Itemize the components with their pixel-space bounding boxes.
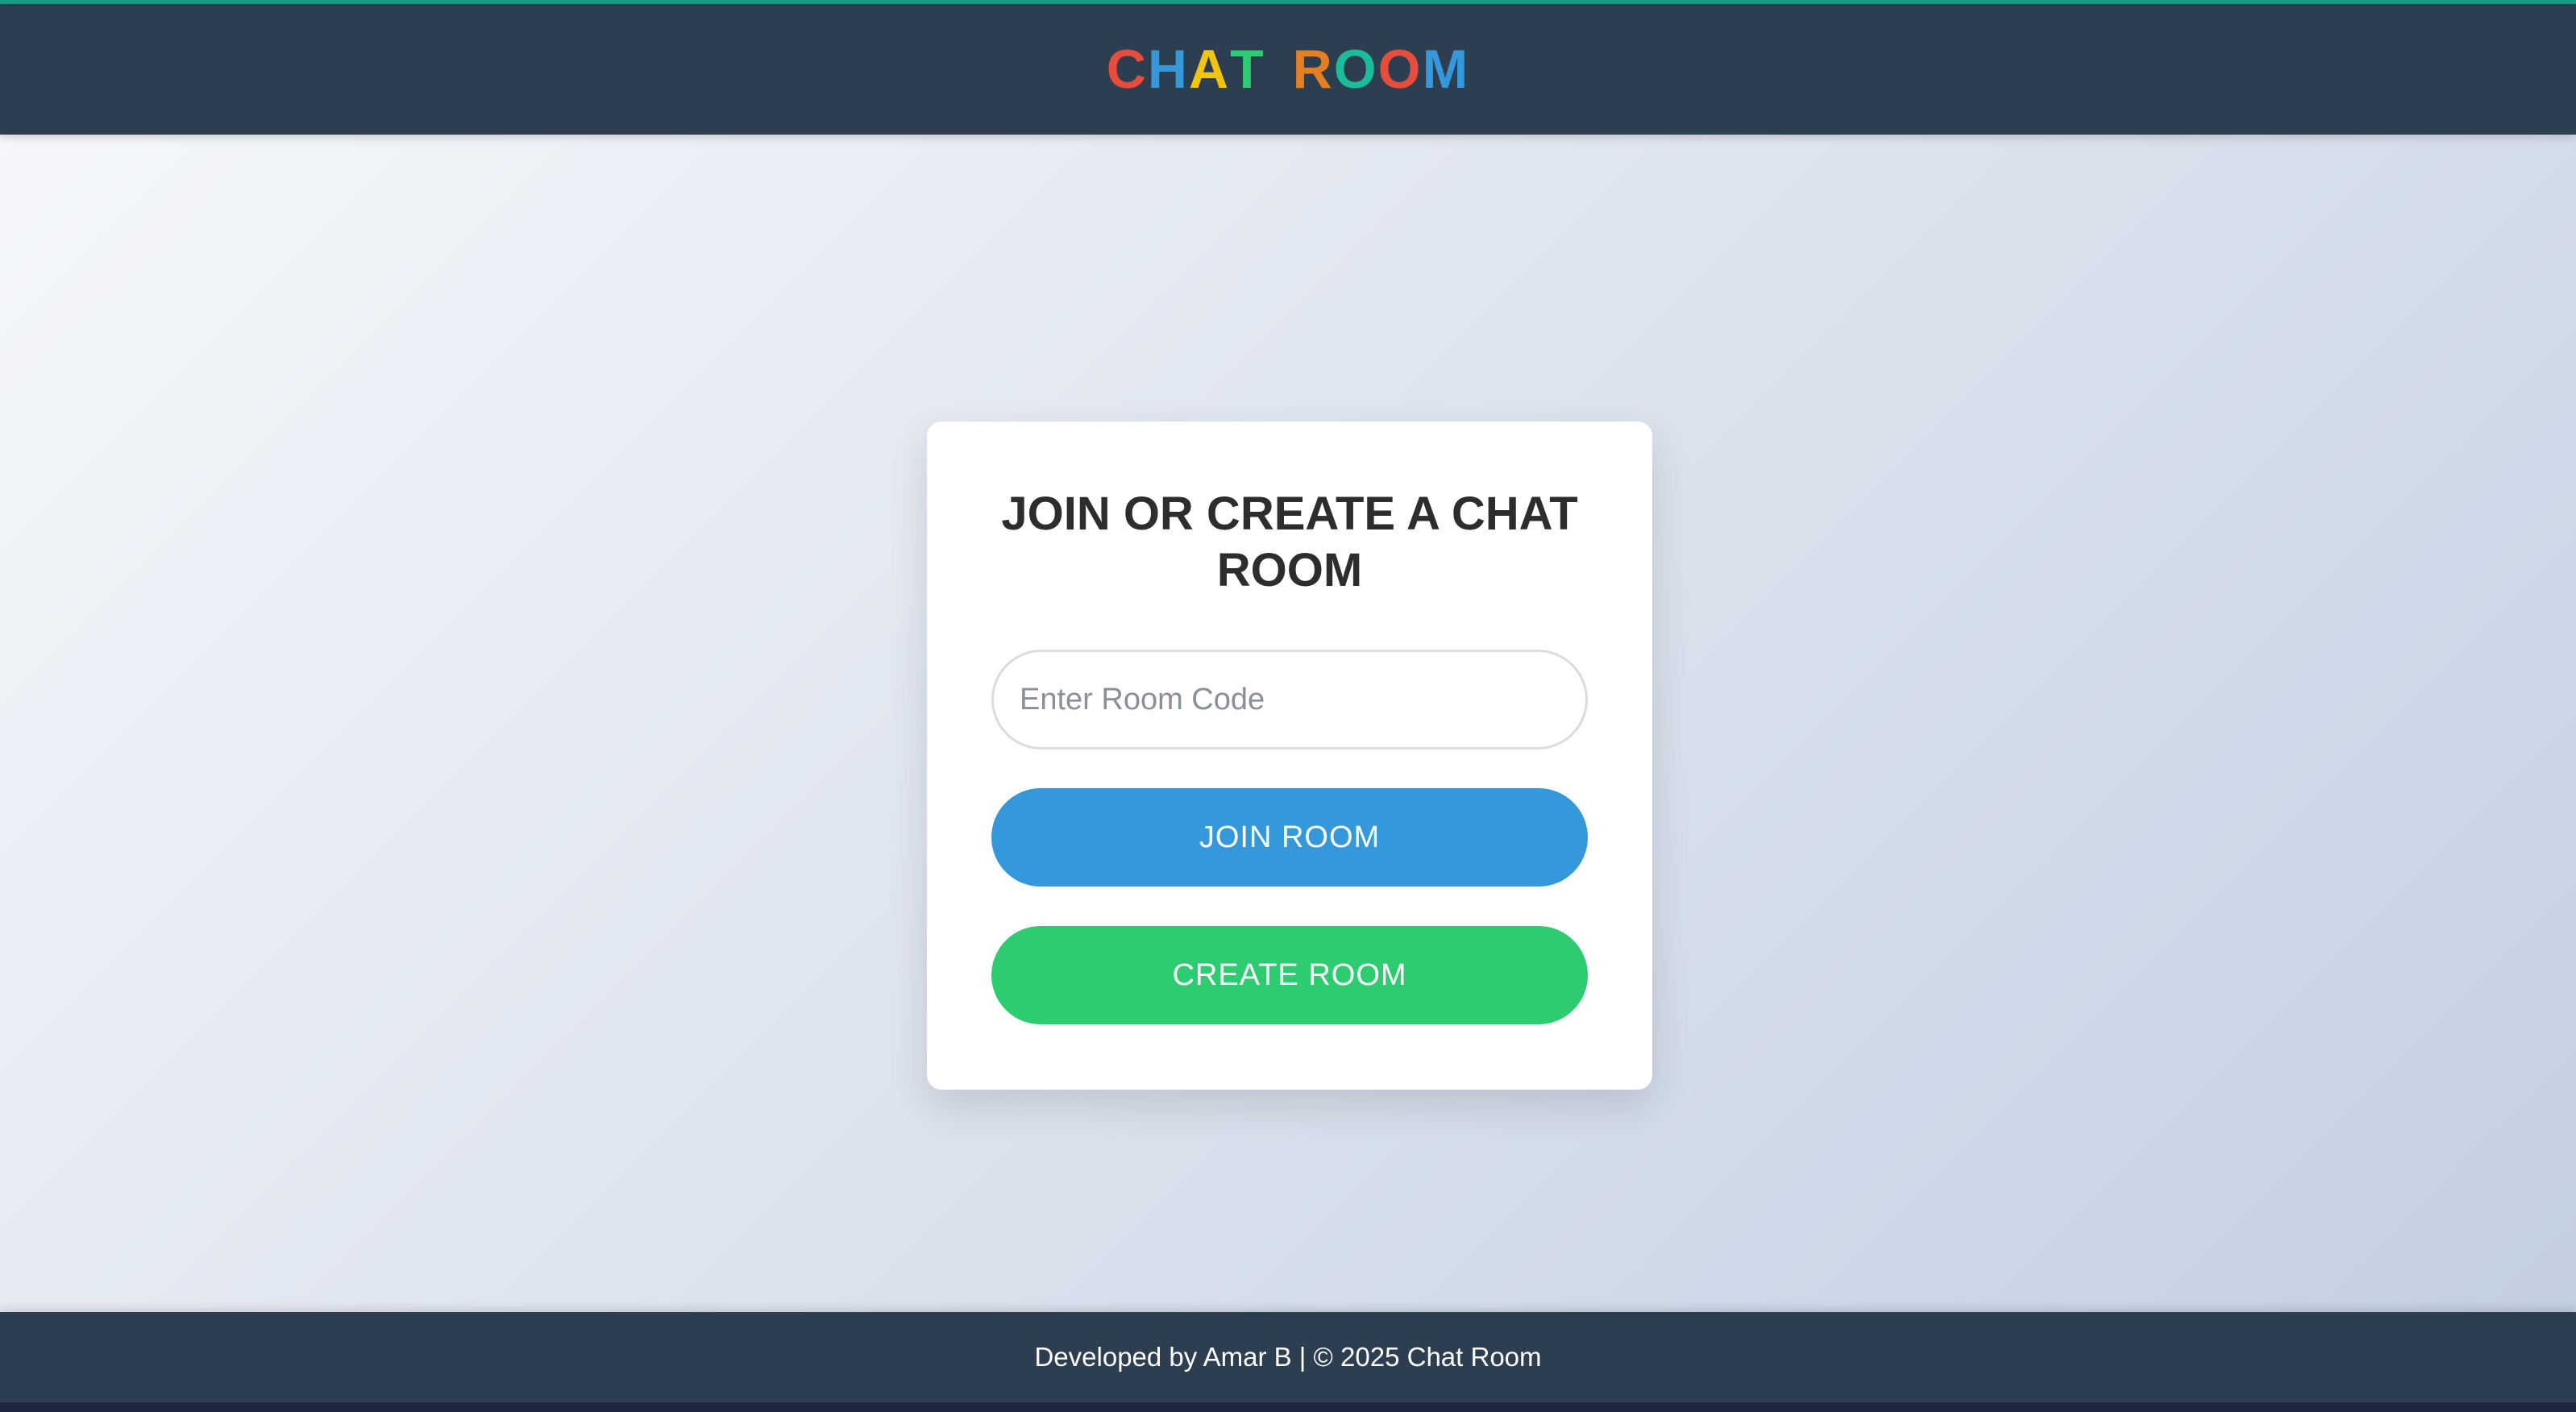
app-header: C H A T R O O M [0, 4, 2576, 135]
card-title: JOIN OR CREATE A CHAT ROOM [1001, 488, 1578, 596]
room-code-input[interactable] [991, 650, 1588, 750]
create-room-button[interactable]: CREATE ROOM [991, 926, 1588, 1024]
room-card: JOIN OR CREATE A CHAT ROOM JOIN ROOM CRE… [927, 422, 1652, 1090]
footer-credit: Developed by Amar B | © 2025 Chat Room [1034, 1342, 1542, 1372]
logo-letter: O [1377, 39, 1423, 100]
logo-letter: A [1188, 39, 1231, 100]
logo-letter: M [1422, 39, 1470, 100]
logo-letter [1265, 38, 1293, 101]
logo-letter: O [1333, 39, 1378, 100]
main-content: JOIN OR CREATE A CHAT ROOM JOIN ROOM CRE… [0, 135, 2576, 1312]
bottom-strip [0, 1402, 2576, 1412]
logo-letter: H [1147, 39, 1189, 100]
page-footer: Developed by Amar B | © 2025 Chat Room [0, 1312, 2576, 1402]
logo-letter: C [1106, 39, 1148, 100]
join-room-button[interactable]: JOIN ROOM [991, 788, 1588, 887]
logo-letter: T [1230, 39, 1265, 100]
logo-letter: R [1292, 39, 1334, 100]
app-logo: C H A T R O O M [1107, 38, 1469, 101]
